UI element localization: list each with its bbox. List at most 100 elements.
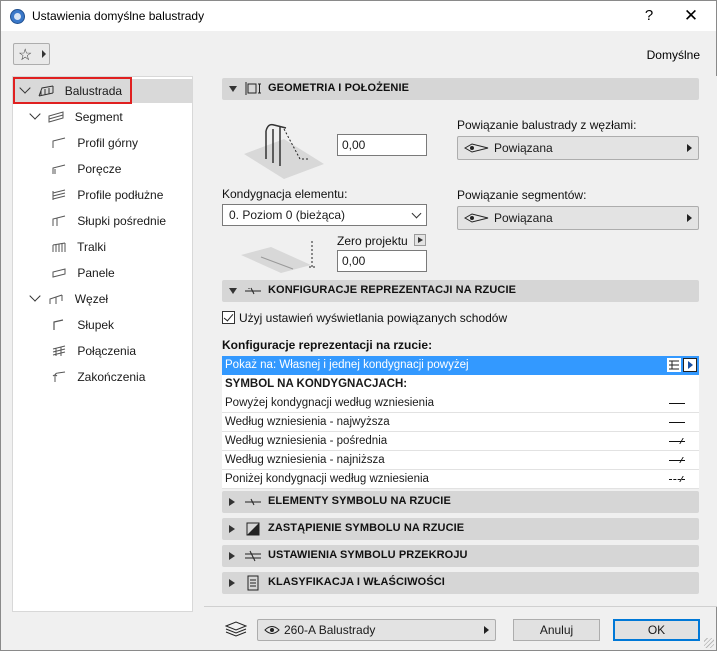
triangle-right-icon (687, 214, 692, 222)
post-icon (51, 319, 67, 331)
symbol-row-label: Powyżej kondygnacji według wzniesienia (225, 397, 435, 409)
project-zero-field[interactable]: 0,00 (337, 250, 427, 272)
symbol-row[interactable]: Powyżej kondygnacji według wzniesienia (222, 394, 699, 413)
plan-symbol-icon (244, 494, 262, 510)
document-icon (244, 575, 262, 591)
tree-item-label: Profile podłużne (77, 188, 164, 202)
dashed-line-symbol-icon (669, 479, 685, 480)
dialog-window: Ustawienia domyślne balustrady ? ✕ ☆ Dom… (0, 0, 717, 651)
show-on-value: Pokaż na: Własnej i jednej kondygnacji p… (225, 359, 469, 371)
window-title: Ustawienia domyślne balustrady (32, 9, 205, 23)
handrail-icon (51, 163, 67, 175)
section-classification[interactable]: KLASYFIKACJA I WŁAŚCIWOŚCI (222, 572, 699, 594)
section-symbol-override[interactable]: ZASTĄPIENIE SYMBOLU NA RZUCIE (222, 518, 699, 540)
rails-icon (51, 189, 67, 201)
show-on-row[interactable]: Pokaż na: Własnej i jednej kondygnacji p… (222, 356, 699, 375)
tree-item-panele[interactable]: Panele (13, 261, 115, 285)
tree-item-segment[interactable]: Segment (13, 105, 123, 129)
tree-item-label: Profil górny (77, 136, 139, 150)
tree-item-label: Segment (74, 110, 123, 124)
railing-offset-field[interactable]: 0,00 (337, 134, 427, 156)
node-icon (48, 293, 64, 305)
node-link-popup[interactable]: Powiązana (457, 136, 699, 160)
chevron-down-icon (411, 208, 422, 219)
star-icon: ☆ (18, 47, 33, 64)
triangle-right-icon (484, 626, 489, 634)
triangle-right-icon (229, 579, 235, 587)
base-level-illustration (241, 237, 321, 273)
config-label: Konfiguracje reprezentacji na rzucie: (222, 338, 433, 352)
default-label: Domyślne (646, 48, 700, 62)
selection-highlight (13, 77, 132, 104)
show-on-menu-button[interactable] (683, 358, 697, 372)
symbol-row-label: Według wzniesienia - najniższa (225, 454, 385, 466)
override-icon (244, 521, 262, 537)
segment-link-label: Powiązanie segmentów: (457, 188, 587, 202)
tree-item-label: Słupki pośrednie (77, 214, 167, 228)
section-plan-symbol-elements[interactable]: ELEMENTY SYMBOLU NA RZUCIE (222, 491, 699, 513)
tree-item-label: Poręcze (77, 162, 122, 176)
stories-icon (667, 358, 681, 372)
top-rail-icon (51, 137, 67, 149)
connections-icon (51, 345, 67, 357)
tree-item-label: Tralki (77, 240, 107, 254)
cancel-button[interactable]: Anuluj (513, 619, 600, 641)
close-button[interactable]: ✕ (671, 1, 711, 31)
link-icon (464, 143, 489, 153)
section-title: GEOMETRIA I POŁOŻENIE (268, 82, 410, 94)
node-link-value: Powiązana (494, 141, 553, 155)
use-stair-settings-checkbox[interactable] (222, 311, 235, 324)
tree-item-slupki-posrednie[interactable]: Słupki pośrednie (13, 209, 166, 233)
railing-height-illustration (244, 119, 324, 179)
link-icon (464, 213, 489, 223)
line-symbol-icon (669, 422, 685, 423)
story-select[interactable]: 0. Poziom 0 (bieżąca) (222, 204, 427, 226)
section-symbol-icon (244, 548, 262, 564)
symbol-row[interactable]: Według wzniesienia - najniższa (222, 451, 699, 470)
tree-item-profil-gorny[interactable]: Profil górny (13, 131, 138, 155)
tree-item-wezel[interactable]: Węzeł (13, 287, 108, 311)
layer-value: 260-A Balustrady (284, 623, 376, 637)
layer-popup[interactable]: 260-A Balustrady (257, 619, 496, 641)
symbol-row-label: Według wzniesienia - najwyższa (225, 416, 390, 428)
chevron-down-icon (29, 108, 41, 120)
triangle-down-icon (229, 86, 237, 92)
story-label: Kondygnacja elementu: (222, 187, 348, 201)
ok-button[interactable]: OK (613, 619, 700, 641)
tree-item-polaczenia[interactable]: Połączenia (13, 339, 136, 363)
break-line-symbol-icon (669, 460, 685, 461)
tree-item-label: Panele (77, 266, 115, 280)
favorites-button[interactable]: ☆ (13, 43, 50, 65)
symbol-row[interactable]: Według wzniesienia - najwyższa (222, 413, 699, 432)
segment-link-value: Powiązana (494, 211, 553, 225)
segment-link-popup[interactable]: Powiązana (457, 206, 699, 230)
panel-icon (51, 267, 67, 279)
section-geometry[interactable]: GEOMETRIA I POŁOŻENIE (222, 78, 699, 100)
help-button[interactable]: ? (629, 1, 669, 31)
section-title: ZASTĄPIENIE SYMBOLU NA RZUCIE (268, 522, 465, 534)
tree-item-porecze[interactable]: Poręcze (13, 157, 121, 181)
triangle-right-icon (229, 498, 235, 506)
symbol-row[interactable]: Według wzniesienia - pośrednia (222, 432, 699, 451)
tree-item-tralki[interactable]: Tralki (13, 235, 106, 259)
node-link-label: Powiązanie balustrady z węzłami: (457, 118, 637, 132)
triangle-right-icon (42, 50, 46, 58)
project-zero-menu-button[interactable] (414, 234, 426, 246)
line-symbol-icon (669, 403, 685, 404)
archicad-app-icon (10, 9, 25, 24)
chevron-down-icon (29, 290, 41, 302)
symbol-row-label: Poniżej kondygnacji według wzniesienia (225, 473, 429, 485)
symbol-row[interactable]: Poniżej kondygnacji według wzniesienia (222, 470, 699, 489)
tree-item-slupek[interactable]: Słupek (13, 313, 114, 337)
tree-item-profile-podluzne[interactable]: Profile podłużne (13, 183, 163, 207)
tree-item-label: Zakończenia (77, 370, 146, 384)
footer-divider (204, 606, 717, 607)
tree-item-label: Słupek (77, 318, 115, 332)
resize-grip[interactable] (704, 638, 714, 648)
geometry-icon (244, 81, 262, 97)
show-on-controls (667, 358, 697, 372)
section-floor-plan[interactable]: KONFIGURACJE REPREZENTACJI NA RZUCIE (222, 280, 699, 302)
tree-item-zakonczenia[interactable]: Zakończenia (13, 365, 145, 389)
section-cross-section[interactable]: USTAWIENIA SYMBOLU PRZEKROJU (222, 545, 699, 567)
inner-post-icon (51, 215, 67, 227)
